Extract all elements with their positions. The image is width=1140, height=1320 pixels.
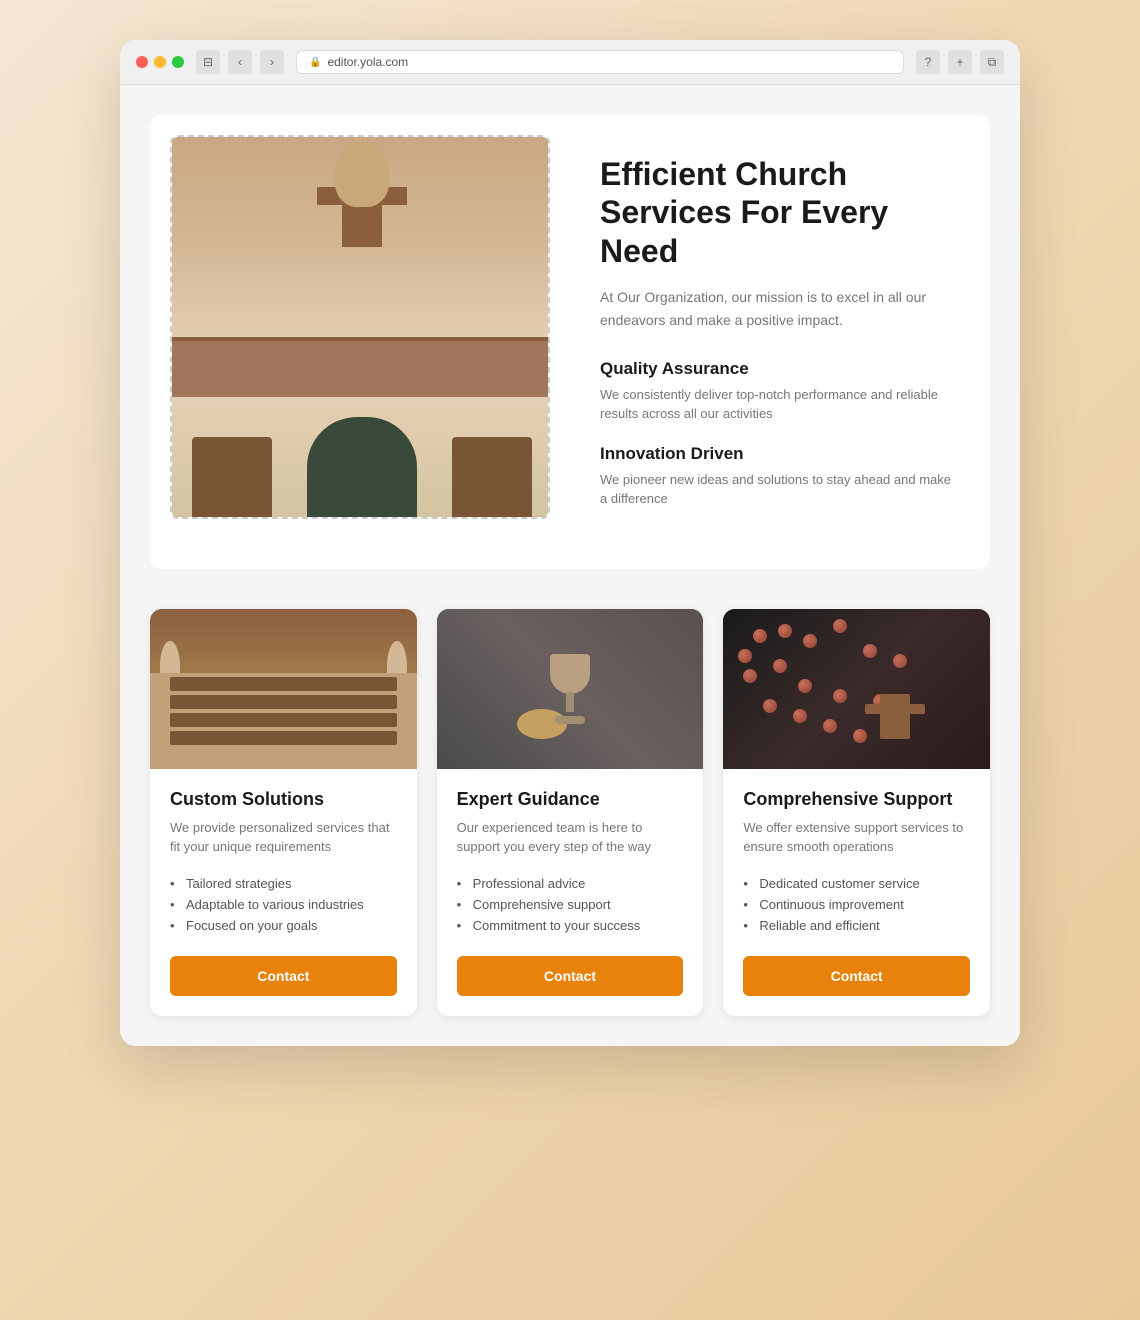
card-custom-solutions: Custom Solutions We provide personalized… (150, 609, 417, 1016)
feature-innovation-title: Innovation Driven (600, 444, 960, 464)
lock-icon: 🔒 (309, 57, 321, 68)
browser-toolbar: ⊟ ‹ › 🔒 editor.yola.com ? + ⧉ (120, 40, 1020, 85)
hero-title: Efficient Church Services For Every Need (600, 155, 960, 270)
copy-button[interactable]: ⧉ (980, 50, 1004, 74)
pew-row (170, 677, 397, 691)
wooden-cross (880, 694, 910, 739)
card-2-contact-button[interactable]: Contact (457, 956, 684, 996)
card-expert-guidance: Expert Guidance Our experienced team is … (437, 609, 704, 1016)
list-item: Continuous improvement (743, 894, 970, 915)
url-text: editor.yola.com (327, 55, 408, 69)
list-item: Adaptable to various industries (170, 894, 397, 915)
help-button[interactable]: ? (916, 50, 940, 74)
cards-section: Custom Solutions We provide personalized… (150, 609, 990, 1016)
chalice-stem (566, 692, 574, 712)
page-content: Efficient Church Services For Every Need… (120, 85, 1020, 1046)
pew-row (170, 731, 397, 745)
altar (172, 337, 550, 397)
feature-innovation: Innovation Driven We pioneer new ideas a… (600, 444, 960, 509)
hero-image (172, 137, 550, 517)
card-3-list: Dedicated customer service Continuous im… (743, 873, 970, 936)
card-1-title: Custom Solutions (170, 789, 397, 810)
pew-row (170, 713, 397, 727)
card-2-image (437, 609, 704, 769)
browser-window: ⊟ ‹ › 🔒 editor.yola.com ? + ⧉ (120, 40, 1020, 1046)
card-2-desc: Our experienced team is here to support … (457, 818, 684, 857)
hero-section: Efficient Church Services For Every Need… (150, 115, 990, 569)
church-interior-scene (150, 609, 417, 769)
address-bar[interactable]: 🔒 editor.yola.com (296, 50, 904, 74)
traffic-lights (136, 56, 184, 68)
card-3-desc: We offer extensive support services to e… (743, 818, 970, 857)
maximize-button[interactable] (172, 56, 184, 68)
card-1-image (150, 609, 417, 769)
card-2-title: Expert Guidance (457, 789, 684, 810)
chalice-scene (437, 609, 704, 769)
feature-quality-title: Quality Assurance (600, 359, 960, 379)
feature-quality-desc: We consistently deliver top-notch perfor… (600, 385, 960, 424)
list-item: Commitment to your success (457, 915, 684, 936)
browser-controls: ⊟ ‹ › (196, 50, 284, 74)
list-item: Dedicated customer service (743, 873, 970, 894)
card-1-body: Custom Solutions We provide personalized… (150, 769, 417, 1016)
rosary-scene (723, 609, 990, 769)
pew-left (192, 437, 272, 517)
hero-text: Efficient Church Services For Every Need… (590, 135, 970, 549)
feature-innovation-desc: We pioneer new ideas and solutions to st… (600, 470, 960, 509)
card-comprehensive-support: Comprehensive Support We offer extensive… (723, 609, 990, 1016)
person-figure (307, 417, 417, 517)
list-item: Professional advice (457, 873, 684, 894)
pew-row (170, 695, 397, 709)
list-item: Tailored strategies (170, 873, 397, 894)
forward-button[interactable]: › (260, 50, 284, 74)
list-item: Reliable and efficient (743, 915, 970, 936)
back-button[interactable]: ‹ (228, 50, 252, 74)
hero-description: At Our Organization, our mission is to e… (600, 286, 960, 331)
chalice-cup (550, 654, 590, 694)
church-ceiling (150, 609, 417, 673)
chalice (550, 654, 590, 724)
card-1-contact-button[interactable]: Contact (170, 956, 397, 996)
hero-image-container (170, 135, 550, 519)
card-3-contact-button[interactable]: Contact (743, 956, 970, 996)
close-button[interactable] (136, 56, 148, 68)
card-1-desc: We provide personalized services that fi… (170, 818, 397, 857)
new-tab-button[interactable]: + (948, 50, 972, 74)
person-hair (335, 142, 390, 207)
feature-quality: Quality Assurance We consistently delive… (600, 359, 960, 424)
chalice-base (555, 716, 585, 724)
sidebar-toggle-button[interactable]: ⊟ (196, 50, 220, 74)
card-3-image (723, 609, 990, 769)
pew-right (452, 437, 532, 517)
church-pews (150, 673, 417, 769)
browser-right-controls: ? + ⧉ (916, 50, 1004, 74)
card-2-body: Expert Guidance Our experienced team is … (437, 769, 704, 1016)
card-3-body: Comprehensive Support We offer extensive… (723, 769, 990, 1016)
card-1-list: Tailored strategies Adaptable to various… (170, 873, 397, 936)
minimize-button[interactable] (154, 56, 166, 68)
card-2-list: Professional advice Comprehensive suppor… (457, 873, 684, 936)
list-item: Focused on your goals (170, 915, 397, 936)
card-3-title: Comprehensive Support (743, 789, 970, 810)
list-item: Comprehensive support (457, 894, 684, 915)
